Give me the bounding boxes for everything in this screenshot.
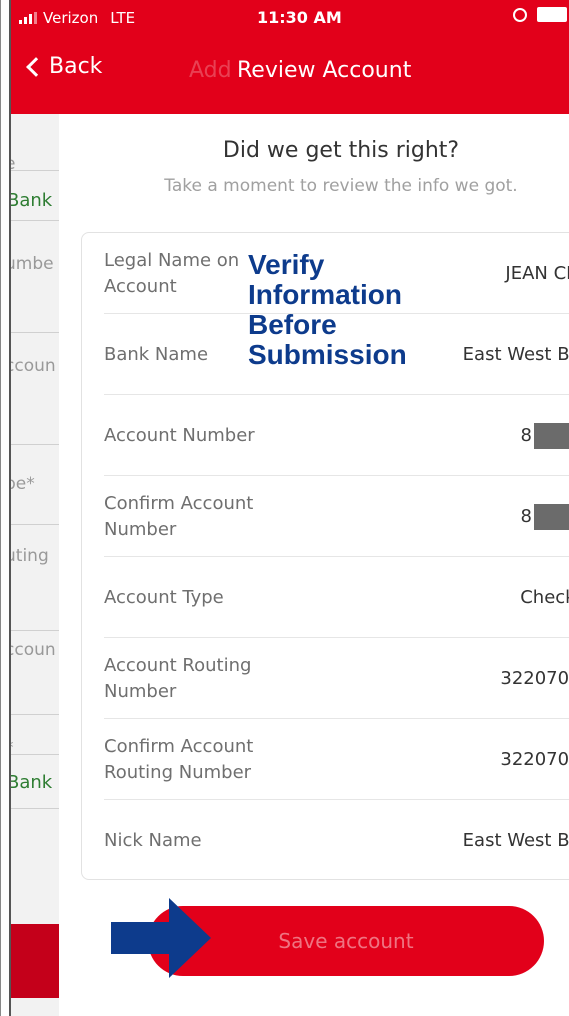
review-heading: Did we get this right? [222, 138, 460, 163]
row-value: 8 [521, 476, 569, 557]
row-label: Account Type [104, 586, 224, 608]
battery-icon [537, 7, 567, 22]
annotation-line: Before [248, 309, 337, 340]
bg-field-label: * [11, 738, 14, 758]
row-label: Nick Name [104, 829, 202, 851]
back-label: Back [49, 54, 103, 79]
carrier-name: Verizon [43, 9, 99, 27]
signal-icon [19, 12, 37, 24]
row-value: 32207038 [500, 668, 569, 689]
review-row-confirm-routing-number: Confirm Account Routing Number 32207038 [104, 719, 569, 800]
orientation-lock-icon [513, 7, 527, 22]
back-button[interactable]: Back [25, 54, 102, 79]
bg-field-label: uting [11, 546, 49, 566]
review-row-routing-number: Account Routing Number 32207038 [104, 638, 569, 719]
right-arrow-icon [111, 898, 211, 978]
review-row-confirm-account-number: Confirm Account Number 8 [104, 476, 569, 557]
device-frame-edge [0, 0, 11, 1016]
verify-annotation: Verify Information Before Submission [248, 250, 407, 370]
previous-screen-title: Add [189, 58, 232, 83]
nav-bar: Back Add Review Account [11, 46, 569, 96]
annotation-line: Submission [248, 339, 407, 370]
page-title: Review Account [237, 58, 412, 83]
status-time: 11:30 AM [257, 8, 342, 27]
row-label: Confirm Account Number [104, 492, 254, 540]
bg-field-label: ccoun [11, 356, 56, 376]
review-row-account-type: Account Type Checkin [104, 557, 569, 638]
row-value: East West Ban [462, 344, 569, 365]
status-right [513, 7, 567, 22]
bg-field-label: e [11, 154, 15, 174]
bg-field-label: pe* [11, 474, 35, 494]
network-type: LTE [110, 9, 136, 27]
masked-prefix: 8 [520, 506, 532, 527]
top-bar: Verizon LTE 11:30 AM Back Add Review Acc… [11, 0, 569, 114]
row-value: 32207038 [500, 749, 569, 770]
review-row-nick-name: Nick Name East West Ban [104, 800, 569, 881]
redaction-block [534, 422, 569, 449]
bg-field-label: ccoun [11, 640, 56, 660]
chevron-left-icon [26, 56, 46, 77]
row-value: 8 [521, 395, 569, 476]
status-bar: Verizon LTE 11:30 AM [11, 0, 569, 32]
review-subheading: Take a moment to review the info we got. [164, 176, 518, 196]
masked-prefix: 8 [520, 425, 532, 446]
save-account-label: Save account [278, 929, 414, 953]
row-label: Account Number [104, 424, 255, 446]
annotation-line: Information [248, 279, 402, 310]
row-value: East West Ban [462, 830, 569, 851]
carrier-info: Verizon LTE [19, 9, 135, 27]
redaction-block [534, 503, 569, 530]
review-row-account-number: Account Number 8 [104, 395, 569, 476]
row-label: Confirm Account Routing Number [104, 735, 254, 783]
bg-field-value: Bank [11, 190, 53, 211]
bg-field-value: Bank [11, 772, 53, 793]
row-label: Account Routing Number [104, 654, 252, 702]
bg-field-label: umbe [11, 254, 54, 274]
annotation-line: Verify [248, 249, 325, 280]
row-value: JEAN CHA [505, 263, 569, 284]
row-value: Checkin [520, 587, 569, 608]
